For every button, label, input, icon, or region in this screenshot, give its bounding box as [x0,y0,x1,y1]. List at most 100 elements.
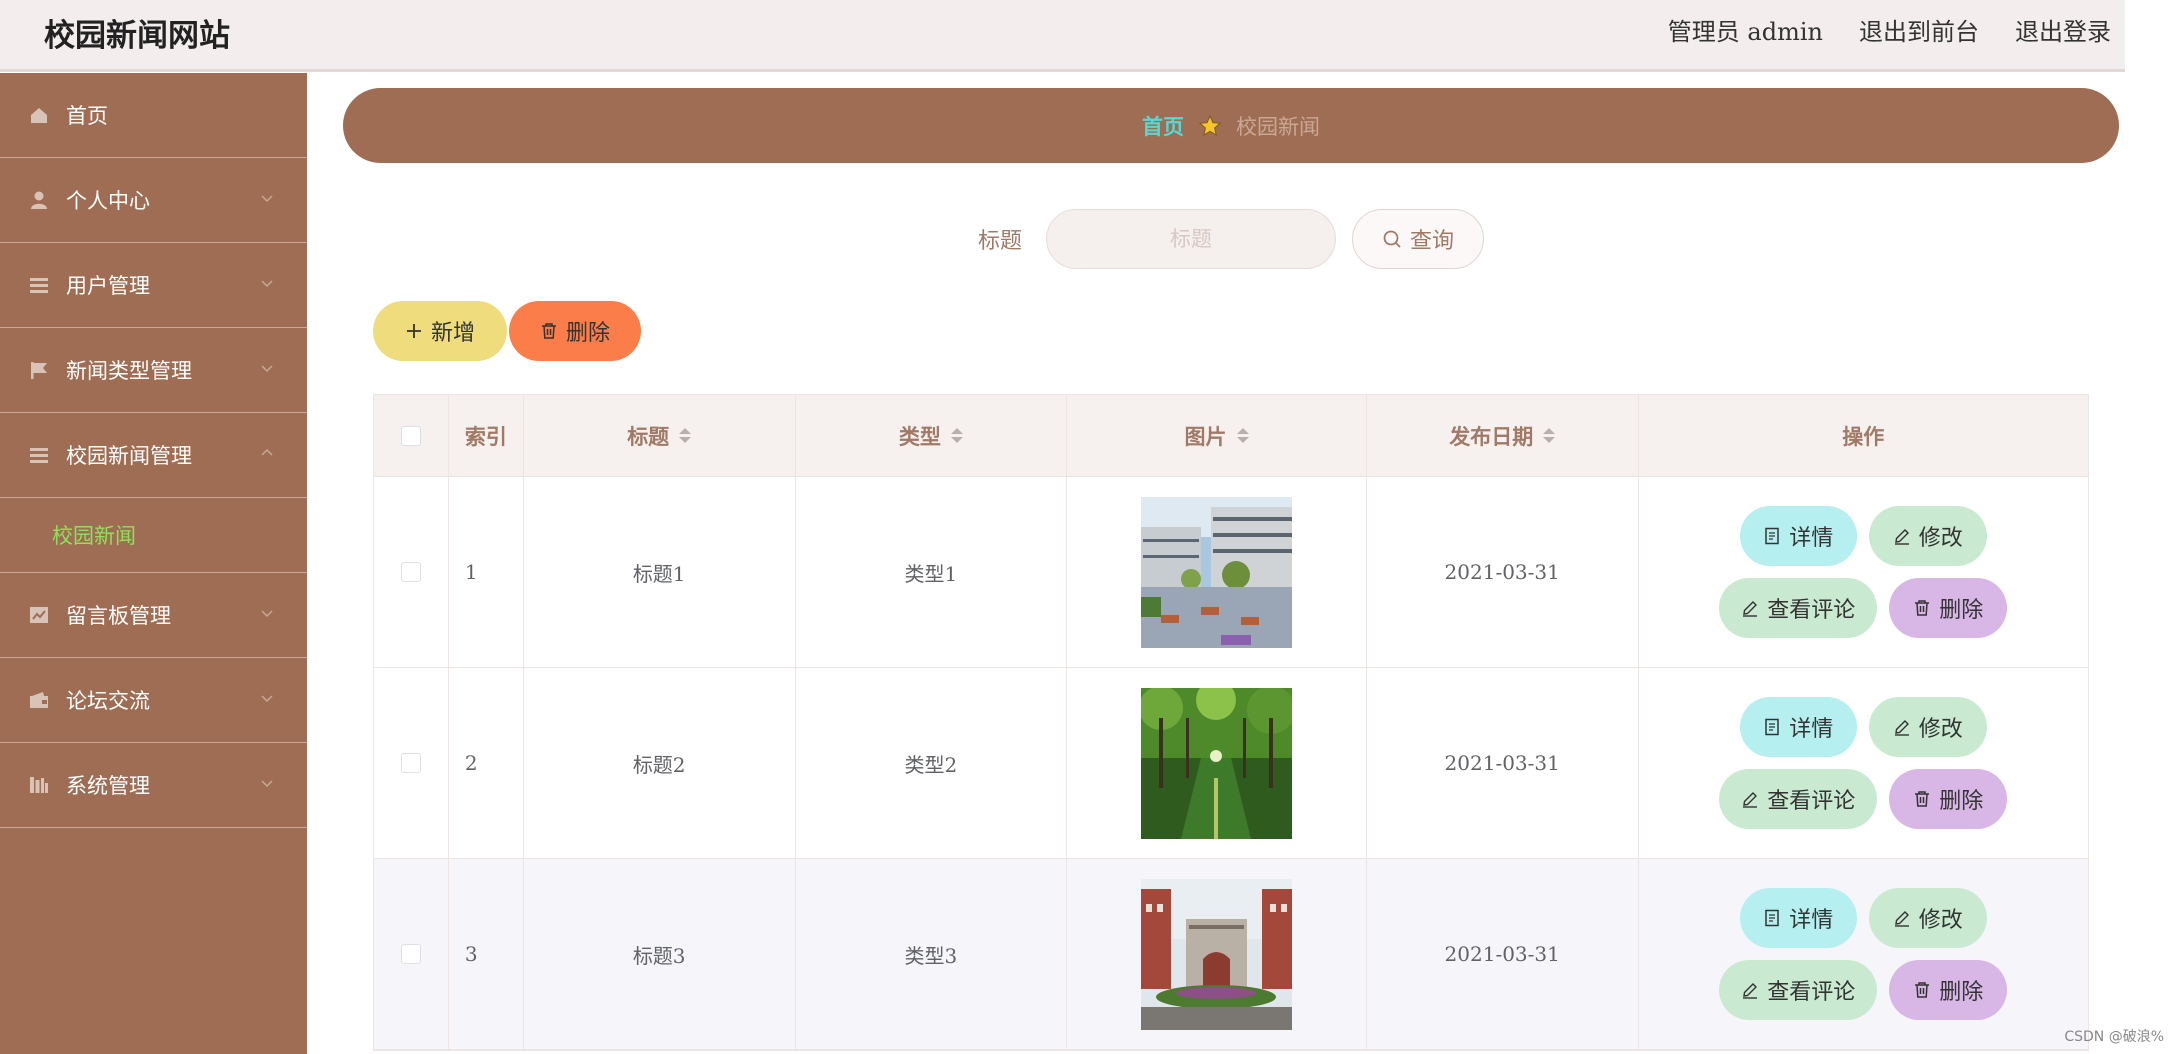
user-icon [28,189,50,211]
detail-button[interactable]: 详情 [1739,888,1857,948]
chevron-up-icon [261,448,273,456]
sort-icon[interactable] [1236,428,1249,443]
header-title-label: 标题 [627,423,670,449]
chevron-down-icon [261,695,273,703]
header-date[interactable]: 发布日期 [1367,395,1639,476]
row-checkbox[interactable] [400,753,421,773]
search-button[interactable]: 查询 [1352,209,1484,269]
sidebar-item-message-board[interactable]: 留言板管理 [0,573,307,658]
row-type: 类型1 [796,477,1068,667]
row-date: 2021-03-31 [1367,859,1639,1049]
view-comments-label: 查看评论 [1767,980,1856,1005]
pencil-icon [1743,792,1758,808]
edit-button[interactable]: 修改 [1868,697,1987,757]
view-comments-label: 查看评论 [1767,789,1856,814]
header-index: 索引 [449,395,524,476]
sidebar-item-label: 论坛交流 [66,689,150,713]
sidebar-item-label: 系统管理 [66,774,150,798]
delete-button[interactable]: 删除 [1889,578,2008,638]
row-actions: 详情 修改 查看评论 删除 [1719,697,2008,829]
star-icon [1198,114,1222,138]
campus-gate-image[interactable] [1141,878,1293,1030]
detail-button-label: 详情 [1789,908,1834,933]
delete-button[interactable]: 删除 [1889,960,2008,1020]
home-icon [28,104,50,126]
page-scrollbar[interactable] [2125,0,2174,1054]
search-icon [1383,230,1401,248]
sidebar-subitem-campus-news[interactable]: 校园新闻 [0,498,307,573]
tree-path-image[interactable] [1141,687,1293,839]
add-button[interactable]: 新增 [373,301,507,361]
list-icon [28,444,50,466]
bars-icon [28,774,50,796]
document-icon [1765,527,1780,545]
sidebar: 首页 个人中心 用户管理 新闻类型管理 校园新闻管理 校园新闻 留言板管理 论坛… [0,73,307,1054]
detail-button[interactable]: 详情 [1739,506,1857,566]
pencil-icon [1743,983,1758,999]
row-actions: 详情 修改 查看评论 删除 [1719,888,2008,1020]
view-comments-button[interactable]: 查看评论 [1719,960,1878,1020]
row-checkbox[interactable] [400,944,421,964]
search-form: 标题 查询 [343,208,2119,270]
breadcrumb: 首页 校园新闻 [343,88,2119,163]
header-image[interactable]: 图片 [1067,395,1367,476]
sidebar-item-news-types[interactable]: 新闻类型管理 [0,328,307,413]
sidebar-item-label: 校园新闻管理 [66,444,192,468]
row-index: 3 [449,859,524,1049]
row-date: 2021-03-31 [1367,668,1639,858]
select-all-checkbox[interactable] [400,425,421,446]
logout-link[interactable]: 退出登录 [2015,12,2111,47]
batch-delete-button[interactable]: 删除 [509,301,641,361]
sidebar-item-campus-news-mgmt[interactable]: 校园新闻管理 [0,413,307,498]
row-checkbox[interactable] [400,562,421,582]
row-title: 标题2 [524,668,796,858]
search-input[interactable] [1046,209,1336,269]
chevron-down-icon [261,280,273,288]
edit-button[interactable]: 修改 [1868,888,1987,948]
edit-button[interactable]: 修改 [1868,506,1987,566]
row-index: 2 [449,668,524,858]
view-comments-button[interactable]: 查看评论 [1719,578,1878,638]
campus-building-image[interactable] [1141,496,1293,648]
detail-button[interactable]: 详情 [1739,697,1857,757]
edit-button-label: 修改 [1918,526,1963,551]
sort-icon[interactable] [950,428,963,443]
sidebar-item-label: 首页 [66,104,108,128]
sidebar-item-profile[interactable]: 个人中心 [0,158,307,243]
chevron-down-icon [261,610,273,618]
breadcrumb-current: 校园新闻 [1236,114,1320,139]
sort-icon[interactable] [679,428,692,443]
document-icon [1765,718,1780,736]
trash-icon [541,323,556,339]
header-type-label: 类型 [898,423,941,449]
sidebar-item-home[interactable]: 首页 [0,73,307,158]
sidebar-item-forum[interactable]: 论坛交流 [0,658,307,743]
table-row: 3 标题3 类型3 2021-03-31 详情 修改 查看评论 删除 [374,859,2088,1050]
sidebar-item-label: 新闻类型管理 [66,359,192,383]
site-title: 校园新闻网站 [44,18,230,54]
chart-icon [28,604,50,626]
view-comments-button[interactable]: 查看评论 [1719,769,1878,829]
trash-icon [1915,791,1930,807]
main-panel: 标题 查询 新增 删除 索引 标题 类型 [343,178,2119,1054]
delete-button[interactable]: 删除 [1889,769,2008,829]
table-row: 1 标题1 类型1 2021-03-31 详情 修改 查看评论 删除 [374,477,2088,668]
delete-button-label: 删除 [1939,789,1984,814]
batch-delete-label: 删除 [565,321,610,346]
news-table: 索引 标题 类型 图片 发布日期 操作 1 标题1 类型1 2021-03-31… [373,394,2089,1051]
row-title: 标题1 [524,477,796,667]
sidebar-item-users[interactable]: 用户管理 [0,243,307,328]
header-ops: 操作 [1842,423,1885,449]
sort-icon[interactable] [1543,428,1556,443]
back-to-front-link[interactable]: 退出到前台 [1859,12,1979,47]
top-header: 校园新闻网站 管理员 admin 退出到前台 退出登录 [0,0,2125,72]
add-button-label: 新增 [430,321,475,346]
sidebar-item-label: 个人中心 [66,189,150,213]
header-type[interactable]: 类型 [796,395,1068,476]
wallet-icon [28,689,50,711]
breadcrumb-home[interactable]: 首页 [1142,111,1184,141]
header-title[interactable]: 标题 [524,395,796,476]
sidebar-item-system[interactable]: 系统管理 [0,743,307,828]
chevron-down-icon [261,195,273,203]
chevron-down-icon [261,365,273,373]
